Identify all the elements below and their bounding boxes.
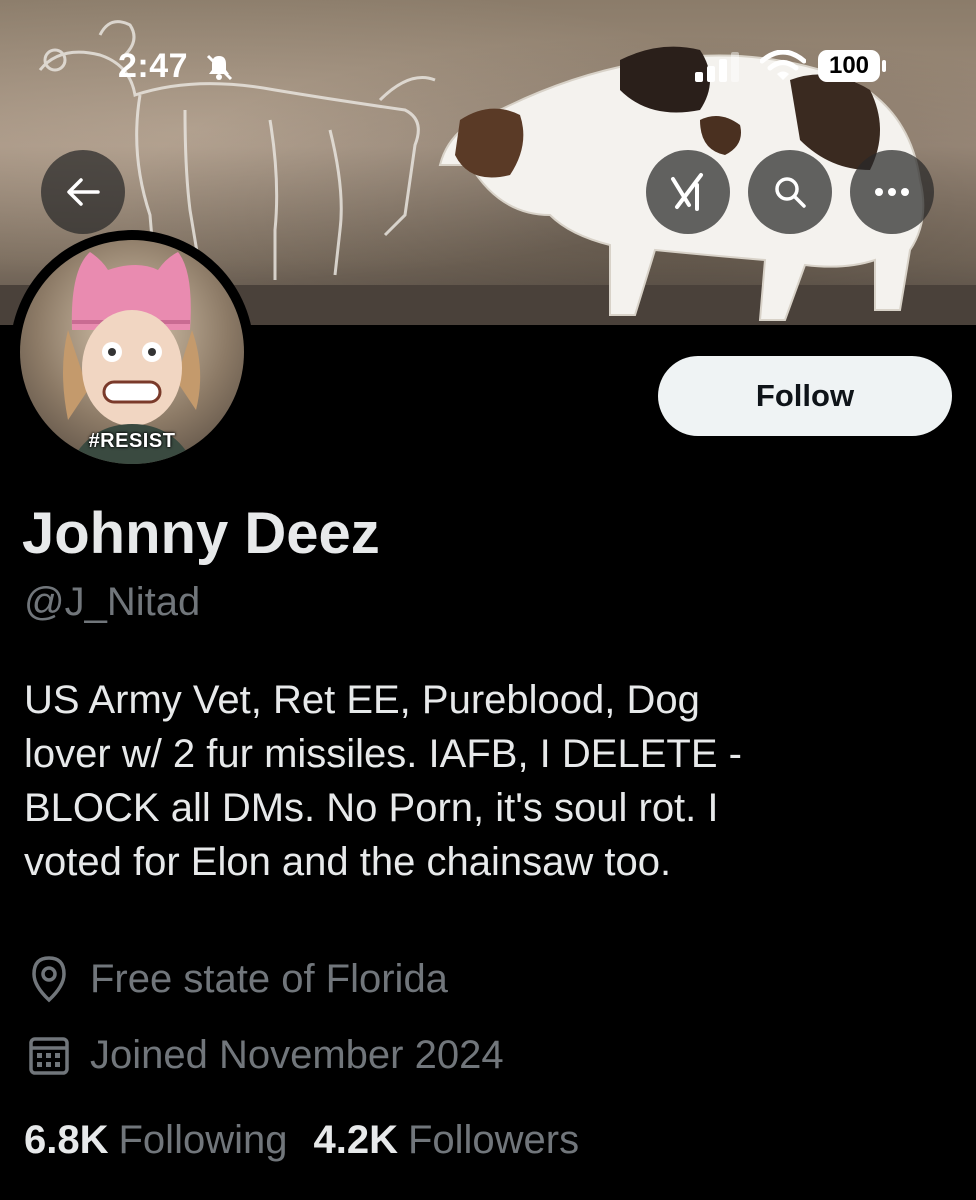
battery-tip (882, 60, 886, 72)
bio-line: lover w/ 2 fur missiles. IAFB, I DELETE … (24, 732, 742, 776)
calendar-icon (29, 1037, 69, 1075)
following-link[interactable]: 6.8K Following (24, 1118, 287, 1163)
cell-signal-icon (695, 52, 739, 82)
follow-stats: 6.8K Following 4.2K Followers (24, 1118, 579, 1163)
location-pin-icon (32, 956, 66, 1003)
grok-button[interactable] (646, 150, 730, 234)
bio-line: BLOCK all DMs. No Porn, it's soul rot. I (24, 786, 719, 830)
battery-indicator: 100 (818, 50, 880, 82)
display-name: Johnny Deez (22, 501, 380, 566)
bio-line: voted for Elon and the chainsaw too. (24, 840, 672, 884)
search-icon (775, 177, 806, 208)
joined-text: Joined November 2024 (90, 1032, 504, 1077)
profile-avatar[interactable]: #RESIST (10, 230, 254, 474)
profile-bio: US Army Vet, Ret EE, Pureblood, Dog love… (24, 673, 954, 889)
status-time: 2:47 (118, 47, 189, 85)
location-row: Free state of Florida (24, 954, 448, 1004)
follow-button[interactable]: Follow (658, 356, 952, 436)
bio-line: US Army Vet, Ret EE, Pureblood, Dog (24, 678, 700, 722)
search-button[interactable] (748, 150, 832, 234)
avatar-resist-label: #RESIST (88, 430, 176, 452)
location-text: Free state of Florida (90, 956, 448, 1001)
joined-row: Joined November 2024 (24, 1030, 504, 1080)
avatar-image: #RESIST (20, 240, 244, 464)
handle: @J_Nitad (24, 580, 201, 624)
more-dots-icon (875, 188, 909, 196)
followers-link[interactable]: 4.2K Followers (313, 1118, 579, 1163)
back-button[interactable] (41, 150, 125, 234)
bell-muted-icon (206, 54, 233, 81)
following-count: 6.8K (24, 1118, 109, 1162)
followers-count: 4.2K (313, 1118, 398, 1162)
following-label: Following (118, 1118, 288, 1162)
followers-label: Followers (407, 1118, 580, 1162)
grok-icon (671, 173, 703, 211)
arrow-left-icon (67, 178, 100, 206)
more-button[interactable] (850, 150, 934, 234)
wifi-icon (760, 50, 806, 80)
